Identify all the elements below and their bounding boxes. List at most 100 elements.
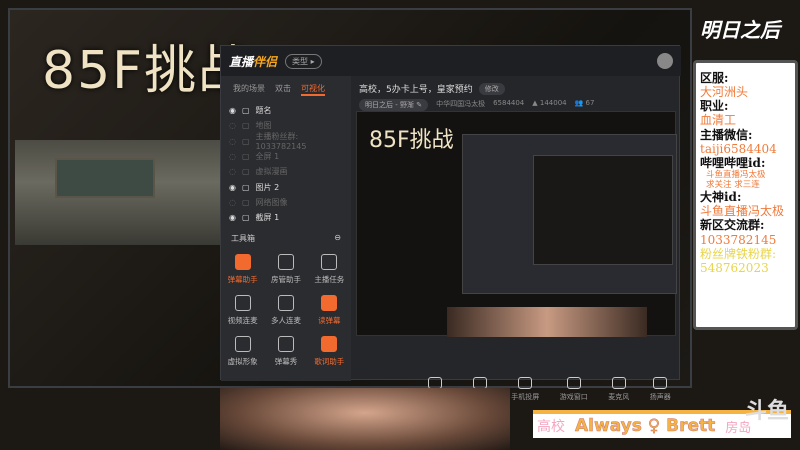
- type-pill[interactable]: 类型 ▸: [285, 53, 322, 69]
- classroom-image: [15, 140, 220, 245]
- nested-preview: [462, 134, 677, 294]
- layer-item[interactable]: ◌ ▢ 主播粉丝群: 1033782145: [221, 132, 351, 152]
- panel-line: 血清工: [700, 113, 737, 128]
- preview-face-image: [447, 307, 647, 337]
- game-logo: 明日之后: [700, 18, 780, 42]
- layer-label: 虚拟漫画: [255, 167, 288, 177]
- panel-line: 斗鱼直播冯太极: [700, 204, 785, 219]
- toolbar-button[interactable]: 手机投屏: [511, 376, 540, 402]
- lock-icon[interactable]: ▢: [242, 137, 250, 146]
- layer-item[interactable]: ◉ ▢ 图片 2: [221, 179, 351, 194]
- tool-label: 房管助手: [270, 275, 301, 285]
- tool-label: 多人连麦: [270, 316, 301, 326]
- toolbar-button[interactable]: 扬声器: [650, 376, 671, 402]
- toolbar-button[interactable]: 麦克风: [608, 376, 629, 402]
- avatar[interactable]: [657, 53, 673, 69]
- toolbox-header: 工具箱 ⊖: [231, 233, 341, 244]
- panel-line: 大河洲头: [700, 85, 749, 100]
- left-panel: 我的场景 双击 可视化 ◉ ▢ 题名 ◌ ▢ 地图 ◌ ▢ 主播粉丝群: 1033782145 ◌ ▢ 全…: [221, 76, 351, 381]
- tool-label: 视频连麦: [227, 316, 258, 326]
- toolbar-label: 手机投屏: [511, 392, 540, 401]
- toolbox-settings-icon[interactable]: ⊖: [334, 233, 341, 244]
- tab-2[interactable]: 可视化: [301, 83, 325, 96]
- layer-label: 截屏 1: [255, 213, 280, 223]
- panel-line: 548762023: [700, 260, 769, 275]
- layer-item[interactable]: ◉ ▢ 题名: [221, 103, 351, 118]
- tool-item[interactable]: 多人连麦: [264, 295, 307, 326]
- panel-line: taiji6584404: [700, 141, 777, 156]
- lock-icon[interactable]: ▢: [242, 152, 250, 161]
- layer-item[interactable]: ◌ ▢ 网络图像: [221, 195, 351, 210]
- eye-icon[interactable]: ◌: [229, 152, 236, 161]
- tool-item[interactable]: 歌词助手: [308, 336, 351, 367]
- lock-icon[interactable]: ▢: [242, 198, 250, 207]
- eye-icon[interactable]: ◌: [229, 198, 236, 207]
- character-face-image: [220, 388, 510, 450]
- tool-label: 歌词助手: [314, 357, 345, 367]
- app-header: 直播伴侣 类型 ▸: [221, 46, 681, 76]
- tool-item[interactable]: 房管助手: [264, 254, 307, 285]
- lock-icon[interactable]: ▢: [242, 121, 250, 130]
- eye-icon[interactable]: ◉: [229, 213, 236, 222]
- tab-1[interactable]: 双击: [275, 83, 291, 96]
- layer-list: ◉ ▢ 题名 ◌ ▢ 地图 ◌ ▢ 主播粉丝群: 1033782145 ◌ ▢ 全屏 1 ◌ ▢ 虚拟漫画 ◉…: [221, 103, 351, 225]
- tool-item[interactable]: 弹幕助手: [221, 254, 264, 285]
- eye-icon[interactable]: ◉: [229, 183, 236, 192]
- banner-name: Always ♀ Brett: [575, 416, 716, 437]
- toolbar-label: 游戏窗口: [559, 392, 588, 401]
- room-id: 6584404: [493, 99, 525, 107]
- panel-line: 哔哩哔哩id:: [700, 155, 766, 170]
- lock-icon[interactable]: ▢: [242, 106, 250, 115]
- tool-item[interactable]: 读弹幕: [308, 295, 351, 326]
- toolbar-icon: [473, 376, 488, 389]
- lock-icon[interactable]: ▢: [242, 213, 250, 222]
- toolbar-icon: [566, 376, 581, 389]
- eye-icon[interactable]: ◌: [229, 167, 236, 176]
- tool-label: 读弹幕: [318, 316, 341, 326]
- lock-icon[interactable]: ▢: [242, 167, 250, 176]
- eye-icon[interactable]: ◉: [229, 106, 236, 115]
- lock-icon[interactable]: ▢: [242, 183, 250, 192]
- tool-item[interactable]: 视频连麦: [221, 295, 264, 326]
- tool-label: 弹幕秀: [274, 357, 298, 367]
- layer-label: 图片 2: [255, 182, 280, 192]
- category-selector[interactable]: 明日之后 - 野渐 ✎: [359, 99, 429, 111]
- eye-icon[interactable]: ◌: [229, 121, 236, 130]
- info-panel: 区服: 大河洲头 职业: 血清工 主播微信: taiji6584404 哔哩哔哩id: 斗鱼直…: [693, 60, 798, 330]
- layer-item[interactable]: ◉ ▢ 截屏 1: [221, 210, 351, 225]
- panel-line: 1033782145: [700, 232, 777, 247]
- tool-icon: [277, 254, 294, 271]
- tool-icon: [277, 336, 294, 353]
- tool-item[interactable]: 主播任务: [308, 254, 351, 285]
- preview-title: 85F挑战: [369, 128, 454, 153]
- eye-icon[interactable]: ◌: [229, 137, 236, 146]
- edit-button[interactable]: 修改: [478, 82, 505, 95]
- panel-line: 大神id:: [700, 190, 742, 205]
- toolbox-grid: 弹幕助手 房管助手 主播任务视频连麦 多人连麦 读弹幕虚拟形象 弹幕秀 歌词助手: [221, 252, 351, 369]
- layer-label: 全屏 1: [255, 152, 280, 162]
- tool-icon: [234, 295, 251, 312]
- layer-label: 题名: [255, 106, 272, 116]
- main-area: 高校，5办卡上号，皇家预约 修改 明日之后 - 野渐 ✎ 中华四国冯太极 6584…: [351, 76, 681, 401]
- streamer-name: 中华四国冯太极: [436, 100, 486, 108]
- layer-item[interactable]: ◌ ▢ 虚拟漫画: [221, 164, 351, 179]
- toolbar-button[interactable]: 游戏窗口: [559, 376, 588, 402]
- panel-line: 职业:: [700, 99, 729, 114]
- tool-label: 弹幕助手: [227, 275, 258, 285]
- panel-line: 斗鱼直播冯太极: [706, 170, 766, 181]
- panel-line: 粉丝牌铁粉群:: [700, 246, 777, 261]
- tool-icon: [321, 295, 338, 312]
- toolbar-icon: [653, 376, 668, 389]
- panel-line: 区服:: [700, 71, 729, 85]
- tool-item[interactable]: 虚拟形象: [221, 336, 264, 367]
- stream-preview: 85F挑战: [356, 111, 677, 337]
- toolbar-icon: [518, 376, 533, 389]
- tool-label: 主播任务: [314, 275, 345, 285]
- layer-label: 地图: [255, 121, 272, 131]
- tool-label: 虚拟形象: [227, 357, 258, 367]
- layer-label: 主播粉丝群: 1033782145: [255, 132, 307, 152]
- tool-item[interactable]: 弹幕秀: [264, 336, 307, 367]
- tab-0[interactable]: 我的场景: [233, 83, 265, 96]
- viewer-count: 👥 67: [574, 99, 595, 107]
- heat-count: ▲ 144004: [532, 99, 567, 107]
